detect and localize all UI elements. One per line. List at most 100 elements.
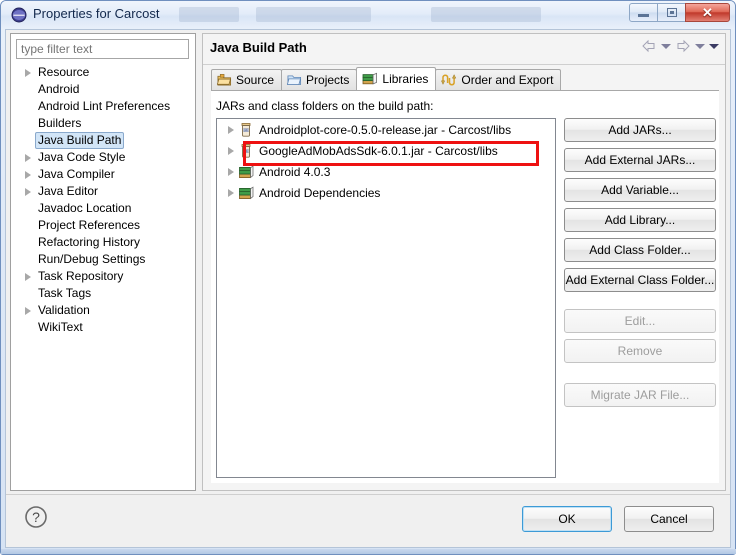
open-folder-icon: [287, 75, 302, 85]
cancel-button[interactable]: Cancel: [624, 506, 714, 532]
forward-arrow-icon[interactable]: [675, 39, 691, 53]
list-caption: JARs and class folders on the build path…: [216, 99, 434, 113]
sidebar-item-label: Run/Debug Settings: [38, 252, 146, 266]
title-ghost-text-2: [256, 7, 371, 22]
add-class-folder-button[interactable]: Add Class Folder...: [564, 238, 716, 262]
restore-icon: [666, 8, 677, 17]
page-menu-chevron-down-icon[interactable]: [709, 43, 719, 49]
build-path-entry[interactable]: 010 Androidplot-core-0.5.0-release.jar - …: [217, 119, 555, 140]
dialog-footer: ? OK Cancel: [6, 494, 730, 547]
sidebar-item-android[interactable]: Android: [11, 81, 195, 98]
sidebar-item-refactoring-history[interactable]: Refactoring History: [11, 234, 195, 251]
eclipse-icon: [11, 7, 27, 23]
build-path-entry[interactable]: 010 GoogleAdMobAdsSdk-6.0.1.jar - Carcost…: [217, 140, 555, 161]
sidebar-item-wikitext[interactable]: WikiText: [11, 319, 195, 336]
back-arrow-icon[interactable]: [641, 39, 657, 53]
jar-icon: 010: [241, 143, 251, 158]
order-export-icon: [441, 74, 457, 86]
title-ghost-text-1: [179, 7, 239, 22]
sidebar-item-label: Resource: [38, 65, 90, 79]
tab-order-and-export[interactable]: Order and Export: [435, 69, 562, 90]
add-jars-button[interactable]: Add JARs...: [564, 118, 716, 142]
back-dropdown-chevron-down-icon[interactable]: [661, 43, 671, 49]
sidebar-item-resource[interactable]: Resource: [11, 64, 195, 81]
sidebar-item-java-editor[interactable]: Java Editor: [11, 183, 195, 200]
tab-label: Projects: [306, 73, 350, 87]
add-library-button[interactable]: Add Library...: [564, 208, 716, 232]
expand-triangle-icon[interactable]: [224, 184, 238, 201]
dialog-body: Resource Android Android Lint Preferences B…: [5, 29, 731, 548]
expand-triangle-icon[interactable]: [21, 302, 35, 319]
library-icon: [239, 186, 254, 199]
expand-triangle-icon[interactable]: [21, 64, 35, 81]
library-icon-wrapper: [238, 164, 254, 180]
sidebar-item-android-lint-preferences[interactable]: Android Lint Preferences: [11, 98, 195, 115]
page-navigation: [641, 39, 719, 53]
build-path-entry-label: GoogleAdMobAdsSdk-6.0.1.jar - Carcost/li…: [259, 143, 498, 158]
sidebar-item-label: Java Code Style: [38, 150, 126, 164]
expand-triangle-icon[interactable]: [224, 163, 238, 180]
title-bar: Properties for Carcost ✕: [1, 1, 735, 29]
expand-triangle-icon[interactable]: [224, 142, 238, 159]
sidebar-item-java-compiler[interactable]: Java Compiler: [11, 166, 195, 183]
sidebar-item-java-code-style[interactable]: Java Code Style: [11, 149, 195, 166]
sidebar-item-label: Project References: [38, 218, 141, 232]
filter-input[interactable]: [16, 39, 189, 59]
ok-button[interactable]: OK: [522, 506, 612, 532]
order-export-icon: [441, 73, 457, 87]
add-external-jars-button[interactable]: Add External JARs...: [564, 148, 716, 172]
title-ghost-text-3: [431, 7, 541, 22]
expand-triangle-icon[interactable]: [21, 268, 35, 285]
edit-button: Edit...: [564, 309, 716, 333]
build-path-entry[interactable]: Android 4.0.3: [217, 161, 555, 182]
settings-tree-panel: Resource Android Android Lint Preferences B…: [10, 33, 196, 491]
sidebar-item-task-tags[interactable]: Task Tags: [11, 285, 195, 302]
close-icon: ✕: [702, 5, 713, 20]
tab-projects[interactable]: Projects: [281, 69, 358, 90]
jar-icon: 010: [241, 122, 251, 137]
sidebar-item-label: Java Editor: [38, 184, 99, 198]
close-button[interactable]: ✕: [685, 3, 730, 22]
sidebar-item-javadoc-location[interactable]: Javadoc Location: [11, 200, 195, 217]
window-bottom-edge: [1, 549, 736, 554]
tab-label: Libraries: [382, 72, 429, 86]
sidebar-item-label: Validation: [38, 303, 90, 317]
tab-label: Source: [236, 73, 275, 87]
sidebar-item-label: Task Repository: [38, 269, 124, 283]
build-path-list[interactable]: 010 Androidplot-core-0.5.0-release.jar - …: [216, 118, 556, 478]
settings-tree: Resource Android Android Lint Preferences B…: [11, 64, 195, 336]
sidebar-item-label: Javadoc Location: [38, 201, 132, 215]
tab-libraries[interactable]: Libraries: [356, 67, 437, 90]
minimize-button[interactable]: [629, 3, 658, 22]
sidebar-item-java-build-path[interactable]: Java Build Path: [11, 132, 195, 149]
remove-button: Remove: [564, 339, 716, 363]
sidebar-item-builders[interactable]: Builders: [11, 115, 195, 132]
build-path-entry-label: Androidplot-core-0.5.0-release.jar - Car…: [259, 122, 512, 137]
add-external-class-folder-button[interactable]: Add External Class Folder...: [564, 268, 716, 292]
svg-text:010: 010: [243, 149, 249, 153]
sidebar-item-task-repository[interactable]: Task Repository: [11, 268, 195, 285]
sidebar-item-validation[interactable]: Validation: [11, 302, 195, 319]
expand-triangle-icon[interactable]: [21, 166, 35, 183]
sidebar-item-project-references[interactable]: Project References: [11, 217, 195, 234]
migrate-jar-file-button: Migrate JAR File...: [564, 383, 716, 407]
restore-button[interactable]: [657, 3, 686, 22]
library-icon: [239, 165, 254, 178]
sidebar-item-run-debug-settings[interactable]: Run/Debug Settings: [11, 251, 195, 268]
libraries-books-icon: [362, 72, 378, 86]
expand-triangle-icon[interactable]: [224, 121, 238, 138]
sidebar-item-label: WikiText: [38, 320, 83, 334]
window-title: Properties for Carcost: [33, 6, 160, 21]
jar-icon-wrapper: 010: [238, 122, 254, 138]
help-question-icon[interactable]: ?: [24, 505, 48, 529]
forward-dropdown-chevron-down-icon[interactable]: [695, 43, 705, 49]
build-path-entry[interactable]: Android Dependencies: [217, 182, 555, 203]
page-panel: Java Build Path Source Projects Libraries O…: [202, 33, 726, 491]
expand-triangle-icon[interactable]: [21, 183, 35, 200]
expand-triangle-icon[interactable]: [21, 149, 35, 166]
sidebar-item-label: Builders: [38, 116, 82, 130]
properties-dialog-window: Properties for Carcost ✕ Resource Android…: [0, 0, 736, 555]
open-folder-icon: [287, 73, 302, 87]
tab-source[interactable]: Source: [211, 69, 283, 90]
add-variable-button[interactable]: Add Variable...: [564, 178, 716, 202]
